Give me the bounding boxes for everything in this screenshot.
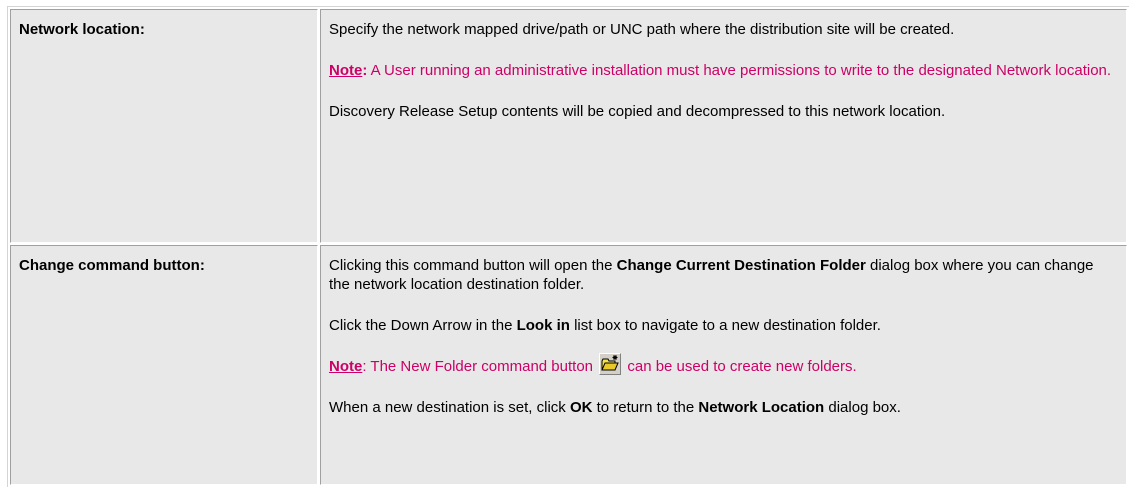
note-paragraph: Note: A User running an administrative i… <box>329 61 1116 80</box>
text-run: When a new destination is set, click <box>329 399 570 416</box>
table-row: Network location: Specify the network ma… <box>10 9 1127 243</box>
row-description-network-location: Specify the network mapped drive/path or… <box>320 9 1127 243</box>
description-paragraph: Clicking this command button will open t… <box>329 256 1116 294</box>
help-table: Network location: Specify the network ma… <box>7 6 1129 487</box>
text-run: list box to navigate to a new destinatio… <box>569 317 881 334</box>
text-run: to return to the <box>592 399 699 416</box>
description-paragraph: When a new destination is set, click OK … <box>329 398 1116 417</box>
row-label-network-location: Network location: <box>10 9 318 243</box>
table-row: Change command button: Clicking this com… <box>10 245 1127 485</box>
list-box-name: Look in <box>516 317 570 334</box>
description-paragraph: Specify the network mapped drive/path or… <box>329 21 955 38</box>
text-run: Click the Down Arrow in the <box>329 317 517 334</box>
note-text: : The New Folder command button <box>362 358 598 375</box>
dialog-name: Network Location <box>698 399 825 416</box>
text-run: Clicking this command button will open t… <box>329 257 617 274</box>
text-run: dialog box. <box>824 399 901 416</box>
note-label: Note <box>329 358 363 375</box>
note-text: A User running an administrative install… <box>367 62 1112 79</box>
ok-button-name: OK <box>569 399 593 416</box>
row-description-change-command-button: Clicking this command button will open t… <box>320 245 1127 485</box>
note-label: Note <box>329 62 363 79</box>
dialog-name: Change Current Destination Folder <box>616 257 866 274</box>
row-label-change-command-button: Change command button: <box>10 245 318 485</box>
note-paragraph: Note: The New Folder command button can … <box>329 353 1116 376</box>
description-paragraph: Discovery Release Setup contents will be… <box>329 103 946 120</box>
new-folder-icon <box>599 353 622 375</box>
description-paragraph: Click the Down Arrow in the Look in list… <box>329 316 1116 335</box>
note-text: can be used to create new folders. <box>623 358 857 375</box>
